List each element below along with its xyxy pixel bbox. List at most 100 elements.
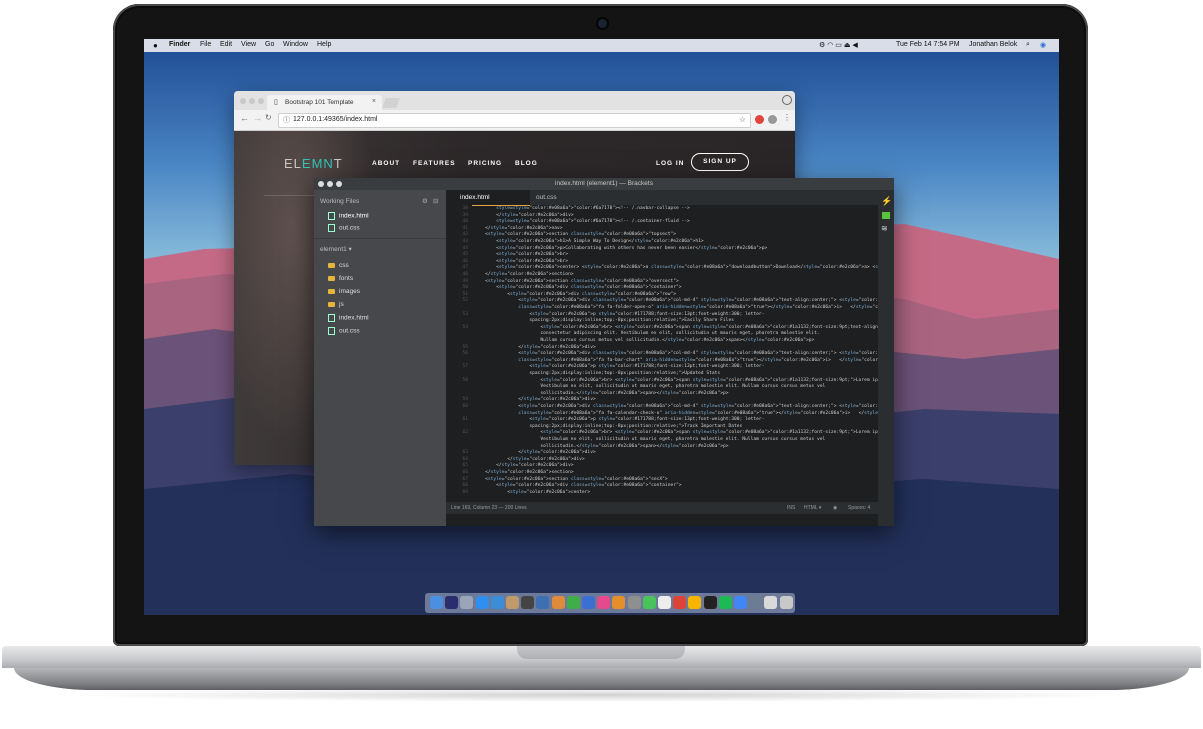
display-icon[interactable]: [749, 596, 763, 609]
shield-icon[interactable]: [536, 596, 550, 609]
launchpad-icon[interactable]: [460, 596, 474, 609]
messages-icon[interactable]: [642, 596, 656, 609]
adblock-icon[interactable]: [755, 115, 764, 124]
finder-icon[interactable]: [430, 596, 443, 609]
info-icon[interactable]: ⓘ: [283, 115, 290, 125]
line-number: 57: [462, 364, 468, 370]
browser-tab-bar: ▯ Bootstrap 101 Template ×: [234, 91, 795, 110]
photos-stack-icon[interactable]: [764, 596, 778, 609]
project-dropdown[interactable]: element1 ▾: [320, 245, 352, 253]
menu-help[interactable]: Help: [317, 41, 331, 48]
sketch-icon[interactable]: [688, 596, 702, 609]
tab-index-html[interactable]: index.html: [446, 190, 530, 206]
dock: [425, 593, 795, 613]
spotify-icon[interactable]: [718, 596, 732, 609]
minimize-window-button[interactable]: [249, 98, 255, 104]
live-preview-icon[interactable]: ⚡: [881, 196, 892, 207]
photos-icon[interactable]: [551, 596, 565, 609]
address-bar[interactable]: ⓘ 127.0.0.1:49365/index.html ☆: [278, 113, 751, 128]
working-file-item[interactable]: out.css: [328, 224, 360, 232]
indent-spaces[interactable]: Spaces: 4: [848, 505, 870, 511]
chrome-icon[interactable]: [673, 596, 687, 609]
tree-folder[interactable]: js: [328, 301, 344, 308]
terminal-icon[interactable]: [703, 596, 717, 609]
nav-pricing[interactable]: PRICING: [468, 160, 502, 167]
laptop-shadow: [60, 688, 1140, 702]
reload-icon[interactable]: ↻: [265, 113, 272, 122]
extension-icon[interactable]: [768, 115, 777, 124]
itunes-icon[interactable]: [597, 596, 611, 609]
nav-blog[interactable]: BLOG: [515, 160, 538, 167]
back-icon[interactable]: ←: [240, 113, 249, 123]
clock[interactable]: Tue Feb 14 7:54 PM: [896, 41, 960, 48]
tree-folder[interactable]: images: [328, 288, 360, 295]
tree-folder[interactable]: fonts: [328, 275, 353, 282]
menu-window[interactable]: Window: [283, 41, 308, 48]
spotlight-icon[interactable]: ⌕: [1026, 41, 1030, 49]
linter-icon[interactable]: ◉: [833, 505, 837, 511]
editor-close-button[interactable]: [318, 181, 324, 187]
insert-mode[interactable]: INS: [787, 505, 795, 511]
apple-menu-icon[interactable]: ●: [153, 41, 158, 50]
safari-icon[interactable]: [475, 596, 489, 609]
menu-dots-icon[interactable]: ⋮: [783, 113, 791, 122]
new-tab-button[interactable]: [382, 98, 400, 108]
line-number: 61: [462, 417, 468, 423]
editor-zoom-button[interactable]: [336, 181, 342, 187]
menu-bar: ● Finder File Edit View Go Window Help ⚙…: [144, 39, 1059, 52]
html-file-icon: [328, 212, 335, 220]
cursor-position: Line 169, Column 23 — 200 Lines: [451, 505, 527, 511]
code-area[interactable]: 38 style=style="color:#e08a6a">"color:#6…: [462, 205, 894, 502]
trash-icon[interactable]: [779, 596, 793, 609]
tree-file[interactable]: index.html: [328, 314, 369, 322]
close-tab-icon[interactable]: ×: [372, 98, 376, 105]
layers-icon[interactable]: ≋: [881, 224, 888, 233]
close-window-button[interactable]: [240, 98, 246, 104]
extension-manager-icon[interactable]: [882, 212, 890, 219]
signup-button[interactable]: SIGN UP: [691, 153, 749, 171]
folder-icon: [328, 288, 335, 294]
system-prefs-icon[interactable]: [627, 596, 641, 609]
settings-icon[interactable]: ⚙: [422, 197, 428, 205]
books-icon[interactable]: [612, 596, 626, 609]
zoom-window-button[interactable]: [258, 98, 264, 104]
status-icons[interactable]: ⚙ ◠ ▭ ⏏ ◀: [819, 41, 858, 49]
browser-tab[interactable]: ▯ Bootstrap 101 Template ×: [267, 95, 382, 110]
language-select[interactable]: HTML ▾: [804, 505, 821, 511]
line-number: 53: [462, 311, 468, 317]
keynote-icon[interactable]: [582, 596, 595, 609]
siri-menu-icon[interactable]: ◉: [1040, 41, 1046, 49]
split-view-icon[interactable]: ⊟: [433, 197, 438, 205]
line-number: 62: [462, 430, 468, 436]
menu-file[interactable]: File: [200, 41, 211, 48]
menu-view[interactable]: View: [241, 41, 256, 48]
code-line[interactable]: <style="color:#e2c06a">center>: [474, 489, 590, 496]
site-logo[interactable]: ELEMNT: [284, 156, 343, 171]
line-number: 54: [462, 324, 468, 330]
nav-features[interactable]: FEATURES: [413, 160, 456, 167]
laptop-notch: [517, 646, 685, 659]
tree-file[interactable]: out.css: [328, 327, 360, 335]
menu-finder[interactable]: Finder: [169, 41, 190, 48]
siri-icon[interactable]: [445, 596, 459, 609]
menu-edit[interactable]: Edit: [220, 41, 232, 48]
line-number: 69: [462, 489, 468, 495]
editor-minimize-button[interactable]: [327, 181, 333, 187]
tab-out-css[interactable]: out.css: [522, 190, 606, 205]
numbers-icon[interactable]: [566, 596, 580, 609]
chrome-icon[interactable]: [734, 596, 747, 609]
bookmark-star-icon[interactable]: ☆: [739, 115, 746, 124]
nav-login[interactable]: LOG IN: [656, 160, 684, 167]
app-store-icon[interactable]: [490, 596, 504, 609]
menu-go[interactable]: Go: [265, 41, 274, 48]
contacts-icon[interactable]: [506, 596, 519, 609]
tree-folder[interactable]: css: [328, 262, 349, 269]
folder-icon: [328, 275, 335, 281]
working-file-item[interactable]: index.html: [328, 212, 369, 220]
nav-about[interactable]: ABOUT: [372, 160, 400, 167]
forward-icon[interactable]: →: [253, 113, 262, 123]
user-name[interactable]: Jonathan Belok: [969, 41, 1017, 48]
profile-icon[interactable]: [782, 95, 792, 105]
clock-icon[interactable]: [658, 596, 671, 609]
github-icon[interactable]: [521, 596, 535, 609]
